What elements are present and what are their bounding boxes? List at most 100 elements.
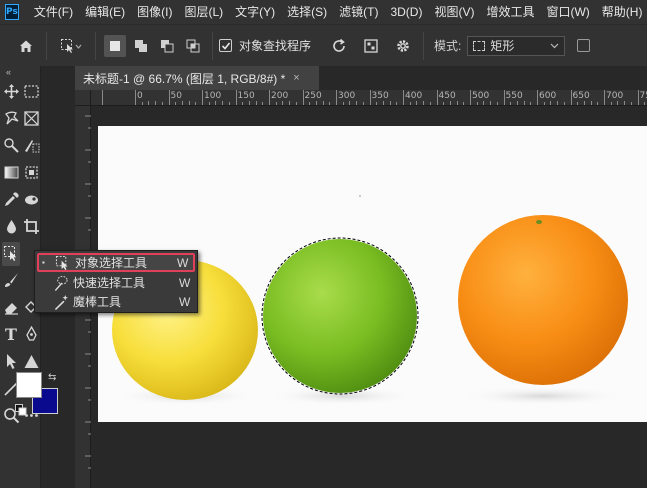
menu-layer[interactable]: 图层(L) [178, 0, 229, 24]
home-icon [20, 40, 32, 52]
spot-healing-tool[interactable] [2, 134, 20, 158]
ruler-label: 500 [472, 91, 490, 101]
extra-option-checkbox[interactable] [577, 39, 591, 52]
menu-filter[interactable]: 滤镜(T) [333, 0, 384, 24]
new-selection-button[interactable] [104, 34, 126, 57]
ruler-minor-tick [423, 101, 425, 105]
slice-tool[interactable] [22, 134, 40, 158]
blur-tool[interactable] [2, 215, 20, 239]
ruler-tick [269, 90, 270, 105]
ruler-minor-tick [563, 102, 565, 105]
move-icon [3, 84, 19, 99]
object-finder-checkbox[interactable] [219, 39, 232, 52]
ruler-tick [436, 90, 438, 105]
type-tool[interactable]: T [2, 323, 20, 347]
eyedropper-tool[interactable] [2, 188, 20, 212]
brush-tool[interactable] [2, 269, 20, 293]
color-swatches: ⇆ [14, 370, 60, 416]
eraser-tool[interactable] [2, 296, 20, 320]
flyout-item-magic-wand[interactable]: 魔棒工具 W [37, 292, 195, 311]
ruler-minor-tick [242, 102, 244, 105]
ruler-tick [235, 90, 237, 105]
flyout-shortcut: W [177, 255, 189, 270]
ruler-minor-tick [510, 102, 512, 105]
ruler-minor-tick [583, 101, 585, 105]
gradient-tool[interactable] [2, 161, 20, 185]
document-tab-title: 未标题-1 @ 66.7% (图层 1, RGB/8#) * [83, 71, 286, 86]
ruler-minor-tick [490, 101, 492, 105]
refresh-button[interactable] [325, 33, 353, 59]
mode-label: 模式: [434, 39, 462, 53]
marquee-tool[interactable] [22, 80, 40, 104]
add-selection-button[interactable] [130, 35, 152, 57]
ruler-minor-tick [550, 101, 552, 105]
lasso-tool[interactable] [2, 107, 20, 131]
pen-tool[interactable] [22, 323, 40, 347]
foreground-color-swatch[interactable] [16, 372, 42, 398]
ruler-minor-tick [289, 101, 291, 105]
crop-tool[interactable] [22, 215, 40, 239]
show-all-objects-button[interactable] [357, 33, 385, 59]
quick-selection-icon [54, 275, 68, 291]
ruler-minor-tick [516, 101, 518, 105]
subtract-selection-button[interactable] [156, 35, 178, 57]
smudge-tool[interactable] [22, 188, 40, 212]
frame-tool[interactable] [22, 107, 40, 131]
ruler-tick [403, 90, 404, 105]
ruler-minor-tick [597, 102, 599, 105]
close-icon[interactable]: × [293, 72, 299, 84]
options-bar: 对象查找程序 模式: 矩形 [0, 24, 647, 66]
menu-help[interactable]: 帮助(H) [596, 0, 647, 24]
settings-button[interactable] [389, 33, 417, 59]
menu-bar: Ps 文件(F) 编辑(E) 图像(I) 图层(L) 文字(Y) 选择(S) 滤… [0, 0, 647, 24]
menu-select[interactable]: 选择(S) [281, 0, 333, 24]
ruler-minor-tick [382, 101, 384, 105]
menu-type[interactable]: 文字(Y) [229, 0, 281, 24]
ruler-label: 350 [371, 91, 389, 101]
ruler-label: 700 [606, 91, 624, 101]
move-tool[interactable] [2, 80, 20, 104]
menu-image[interactable]: 图像(I) [131, 0, 178, 24]
ruler-minor-tick [416, 101, 418, 105]
ruler-minor-tick [396, 102, 398, 105]
ruler-minor-tick [275, 102, 277, 105]
artboard-tool[interactable] [22, 161, 40, 185]
mode-select[interactable]: 矩形 [467, 35, 566, 56]
ruler-minor-tick [356, 101, 358, 105]
object-selection-tool[interactable] [2, 241, 20, 266]
ruler-minor-tick [557, 101, 559, 105]
refresh-icon [333, 38, 345, 52]
menu-plugins[interactable]: 增效工具 [480, 0, 540, 24]
home-button[interactable] [12, 33, 40, 59]
menu-window[interactable]: 窗口(W) [540, 0, 595, 24]
ruler-minor-tick [389, 101, 391, 105]
ruler-minor-tick [362, 102, 364, 105]
flyout-label: 魔棒工具 [73, 295, 122, 309]
menu-edit[interactable]: 编辑(E) [79, 0, 131, 24]
ruler-tick [135, 90, 136, 105]
ruler-origin[interactable] [75, 90, 91, 106]
gradient-icon [4, 166, 18, 179]
menu-view[interactable]: 视图(V) [428, 0, 480, 24]
ruler-minor-tick [195, 102, 197, 105]
flyout-label: 快速选择工具 [73, 276, 146, 290]
menu-3d[interactable]: 3D(D) [384, 0, 428, 24]
flyout-item-object-selection[interactable]: ▪ 对象选择工具 W [37, 253, 195, 272]
ruler-minor-tick [429, 102, 431, 105]
default-colors-icon[interactable] [15, 404, 27, 416]
menu-file[interactable]: 文件(F) [28, 0, 79, 24]
ruler-minor-tick [463, 102, 465, 105]
document-tab[interactable]: 未标题-1 @ 66.7% (图层 1, RGB/8#) * × [75, 66, 319, 90]
selection-tool-flyout: ▪ 对象选择工具 W 快速选择工具 W 魔棒工具 W [34, 250, 198, 313]
intersect-selection-button[interactable] [182, 35, 204, 57]
ruler-label: 400 [405, 91, 423, 101]
ruler-tick [470, 90, 471, 105]
horizontal-ruler[interactable]: 0 50 100 150 200 250 300 350 400 450 500 550 600 650 7… [91, 90, 647, 106]
rectangle-mode-icon [473, 40, 486, 51]
collapse-toolbar-icon[interactable]: « [0, 66, 40, 78]
tool-preset-picker[interactable] [53, 33, 89, 59]
chevron-down-icon [550, 43, 559, 48]
swap-colors-icon[interactable]: ⇆ [48, 372, 56, 383]
triangle-icon [24, 355, 38, 368]
flyout-item-quick-selection[interactable]: 快速选择工具 W [37, 273, 195, 292]
